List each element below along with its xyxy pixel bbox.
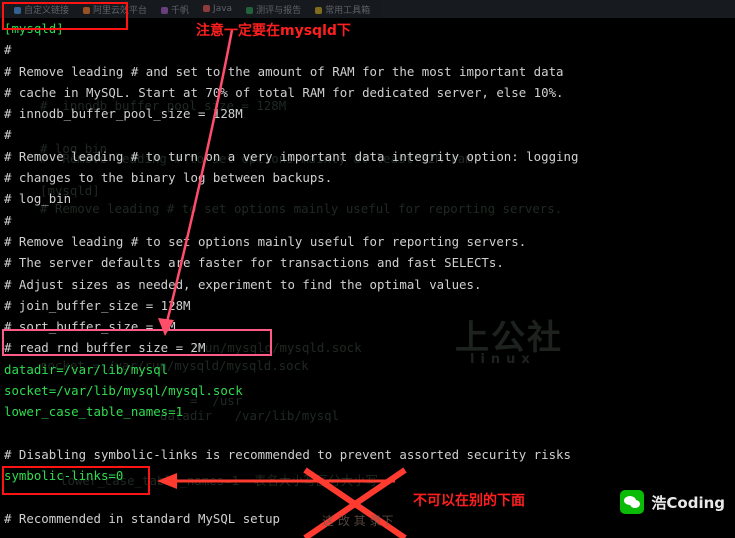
bookmark-favicon [83, 6, 91, 14]
screenshot-root: 自定义链接 阿里云效平台 千帆 Java 测评与报告 常用工具箱 # innod… [0, 0, 735, 538]
brand-label: 浩Coding [651, 493, 725, 512]
browser-bookmarks-bar[interactable]: 自定义链接 阿里云效平台 千帆 Java 测评与报告 常用工具箱 [0, 0, 735, 18]
terminal-line: socket=/var/lib/mysql/mysql.sock [4, 383, 243, 399]
wechat-icon [620, 490, 645, 514]
terminal-line: symbolic-links=0 [4, 468, 124, 484]
terminal-line: # sort_buffer_size = 2M [4, 319, 176, 335]
annotation-note-faint: 这 改 其 录下 [322, 514, 394, 528]
terminal-line: # cache in MySQL. Start at 70% of total … [4, 84, 564, 100]
bookmark-favicon [203, 5, 211, 12]
bookmark-item-0[interactable]: 自定义链接 [14, 3, 69, 16]
brand-badge: 浩Coding [620, 490, 725, 514]
terminal-line: # log_bin [4, 191, 72, 207]
terminal-line: # Remove leading # to set options mainly… [4, 233, 527, 249]
terminal-line: # Remove leading # to turn on a very imp… [4, 148, 579, 164]
bookmark-item-4[interactable]: 测评与报告 [246, 3, 301, 16]
annotation-note-top: 注意一定要在mysqld下 [196, 23, 351, 39]
terminal-line: [mysqld] [4, 21, 64, 36]
terminal-line: # [4, 212, 12, 228]
bookmark-favicon [246, 6, 254, 14]
bookmark-favicon [14, 6, 21, 14]
bookmark-item-1[interactable]: 阿里云效平台 [83, 3, 147, 16]
terminal-line: # Remove leading # and set to the amount… [4, 63, 564, 79]
terminal-line: # [4, 42, 12, 58]
terminal-line: # [4, 127, 12, 143]
terminal-line: # Disabling symbolic-links is recommende… [4, 446, 571, 462]
terminal-line: # innodb_buffer_pool_size = 128M [4, 106, 243, 122]
bookmark-item-2[interactable]: 千帆 [161, 3, 189, 16]
bottom-edge [0, 528, 735, 538]
bookmark-favicon [315, 6, 323, 14]
terminal-line: # join_buffer_size = 128M [4, 297, 191, 313]
bookmark-favicon [161, 6, 169, 14]
terminal-line: datadir=/var/lib/mysql [4, 361, 169, 377]
terminal-line: lower_case_table_names=1 [4, 404, 184, 420]
bookmark-item-5[interactable]: 常用工具箱 [315, 3, 370, 16]
terminal-text: [mysqld] # # Remove leading # and set to t… [0, 18, 735, 538]
bookmark-item-3[interactable]: Java [203, 4, 232, 14]
terminal-line: # changes to the binary log between back… [4, 170, 333, 186]
annotation-note-bottom: 不可以在别的下面 [413, 493, 525, 509]
terminal-line: # Adjust sizes as needed, experiment to … [4, 276, 482, 292]
terminal-line: # The server defaults are faster for tra… [4, 255, 504, 271]
terminal-line: # read_rnd_buffer_size = 2M [4, 340, 206, 356]
